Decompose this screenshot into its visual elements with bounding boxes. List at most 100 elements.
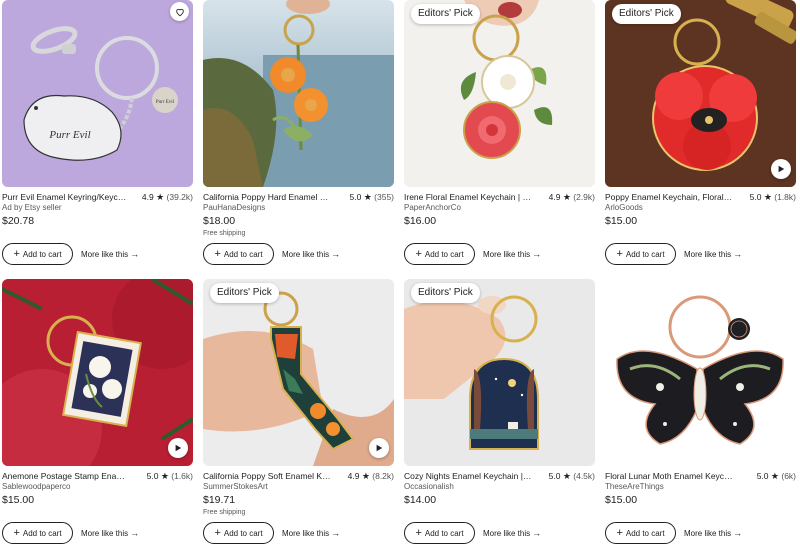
add-to-cart-button[interactable]: + Add to cart: [605, 522, 676, 544]
shop-name[interactable]: TheseAreThings: [605, 482, 664, 492]
listing-card[interactable]: Floral Lunar Moth Enamel Keychain 5.0 ★ …: [605, 279, 796, 544]
editors-pick-badge: Editors' Pick: [210, 283, 279, 303]
more-like-this-link[interactable]: More like this →: [483, 243, 541, 265]
listing-price: $15.00: [605, 215, 638, 227]
rating-value: 4.9: [141, 192, 154, 202]
listing-card[interactable]: Editors' Pick California Poppy Soft Enam…: [203, 279, 394, 544]
rating-value: 5.0: [756, 471, 769, 481]
more-like-this-link[interactable]: More like this →: [81, 243, 139, 265]
listing-card[interactable]: Editors' Pick Cozy Nights Enamel Keychai…: [404, 279, 595, 544]
plus-icon: +: [214, 248, 221, 260]
review-count: (355): [374, 192, 394, 202]
free-shipping-label: Free shipping: [203, 230, 246, 237]
plus-icon: +: [13, 248, 20, 260]
listing-image[interactable]: [203, 0, 394, 187]
shop-name[interactable]: PaperAnchorCo: [404, 203, 461, 213]
shop-name[interactable]: ArloGoods: [605, 203, 643, 213]
more-like-this-link[interactable]: More like this →: [483, 522, 541, 544]
shop-name[interactable]: PauHanaDesigns: [203, 203, 265, 213]
more-like-this-link[interactable]: More like this →: [282, 243, 340, 265]
listing-title[interactable]: Purr Evil Enamel Keyring/Keychain: [2, 192, 130, 203]
listing-price: $15.00: [605, 494, 638, 506]
listing-image[interactable]: Editors' Pick: [605, 0, 796, 187]
star-icon: ★: [562, 471, 571, 481]
listing-image[interactable]: Editors' Pick: [203, 279, 394, 466]
listing-title[interactable]: Poppy Enamel Keychain, Floral keychain: [605, 192, 733, 203]
play-video-button[interactable]: [168, 438, 188, 458]
add-to-cart-button[interactable]: + Add to cart: [203, 522, 274, 544]
poppy-keychain-image: [605, 0, 796, 187]
listing-title[interactable]: California Poppy Hard Enamel Keychain: [203, 192, 331, 203]
add-to-cart-button[interactable]: + Add to cart: [203, 243, 274, 265]
purr-evil-image-text: Purr Evil: [48, 129, 90, 141]
play-icon: [376, 444, 383, 452]
listing-title[interactable]: Floral Lunar Moth Enamel Keychain: [605, 471, 733, 482]
arrow-right-icon: →: [331, 249, 341, 259]
play-video-button[interactable]: [771, 159, 791, 179]
listing-title[interactable]: Cozy Nights Enamel Keychain | Book: [404, 471, 532, 482]
listing-rating: 4.9 ★ (2.9k): [549, 192, 595, 203]
plus-icon: +: [616, 248, 623, 260]
review-count: (39.2k): [166, 192, 193, 202]
shop-name[interactable]: SummerStokesArt: [203, 482, 268, 492]
more-like-this-label: More like this: [282, 250, 330, 259]
listing-image[interactable]: Editors' Pick: [404, 279, 595, 466]
listing-card[interactable]: Editors' Pick Irene Floral Enamel Keycha…: [404, 0, 595, 265]
star-icon: ★: [763, 192, 772, 202]
shop-name[interactable]: Occasionalish: [404, 482, 454, 492]
rating-value: 5.0: [749, 192, 762, 202]
plus-icon: +: [214, 527, 221, 539]
listing-card[interactable]: Purr Evil Purr Evil Purr Evil Enamel Key…: [2, 0, 193, 265]
rating-value: 5.0: [146, 471, 159, 481]
more-like-this-label: More like this: [81, 529, 129, 538]
more-like-this-link[interactable]: More like this →: [684, 522, 742, 544]
california-poppy-soft-keychain-image: [203, 279, 394, 466]
listing-price: $15.00: [2, 494, 35, 506]
heart-icon: [175, 8, 184, 16]
add-to-cart-button[interactable]: + Add to cart: [404, 243, 475, 265]
listing-image[interactable]: [2, 279, 193, 466]
star-icon: ★: [361, 471, 370, 481]
arrow-right-icon: →: [733, 528, 743, 538]
california-poppy-keychain-image: [203, 0, 394, 187]
listing-rating: 5.0 ★ (1.6k): [147, 471, 193, 482]
listing-card[interactable]: Editors' Pick Poppy Enamel Keychain, Flo…: [605, 0, 796, 265]
shop-name[interactable]: Sablewoodpaperco: [2, 482, 71, 492]
arrow-right-icon: →: [532, 249, 542, 259]
listing-image[interactable]: [605, 279, 796, 466]
listing-card[interactable]: California Poppy Hard Enamel Keychain 5.…: [203, 0, 394, 265]
more-like-this-label: More like this: [483, 529, 531, 538]
more-like-this-link[interactable]: More like this →: [684, 243, 742, 265]
add-to-cart-button[interactable]: + Add to cart: [605, 243, 676, 265]
rating-value: 4.9: [548, 192, 561, 202]
listing-card[interactable]: Anemone Postage Stamp Enamel Keychain 5.…: [2, 279, 193, 544]
plus-icon: +: [13, 527, 20, 539]
lunar-moth-keychain-image: [605, 279, 796, 466]
more-like-this-link[interactable]: More like this →: [81, 522, 139, 544]
add-to-cart-button[interactable]: + Add to cart: [404, 522, 475, 544]
rating-value: 5.0: [548, 471, 561, 481]
listing-rating: 5.0 ★ (6k): [757, 471, 796, 482]
plus-icon: +: [415, 248, 422, 260]
listing-rating: 5.0 ★ (355): [350, 192, 395, 203]
listing-title[interactable]: Anemone Postage Stamp Enamel Keychain: [2, 471, 130, 482]
star-icon: ★: [363, 192, 372, 202]
rating-value: 4.9: [347, 471, 360, 481]
purr-evil-keychain-image: Purr Evil Purr Evil: [2, 0, 193, 187]
add-to-cart-button[interactable]: + Add to cart: [2, 243, 73, 265]
more-like-this-label: More like this: [81, 250, 129, 259]
irene-floral-keychain-image: [404, 0, 595, 187]
add-to-cart-button[interactable]: + Add to cart: [2, 522, 73, 544]
more-like-this-link[interactable]: More like this →: [282, 522, 340, 544]
editors-pick-badge: Editors' Pick: [411, 4, 480, 24]
star-icon: ★: [160, 471, 169, 481]
listing-rating: 4.9 ★ (8.2k): [348, 471, 394, 482]
play-video-button[interactable]: [369, 438, 389, 458]
star-icon: ★: [156, 192, 165, 202]
listing-image[interactable]: Purr Evil Purr Evil: [2, 0, 193, 187]
plus-icon: +: [616, 527, 623, 539]
favorite-button[interactable]: [170, 2, 189, 21]
listing-title[interactable]: California Poppy Soft Enamel Keychain: [203, 471, 331, 482]
listing-title[interactable]: Irene Floral Enamel Keychain | Cute: [404, 192, 532, 203]
listing-image[interactable]: Editors' Pick: [404, 0, 595, 187]
